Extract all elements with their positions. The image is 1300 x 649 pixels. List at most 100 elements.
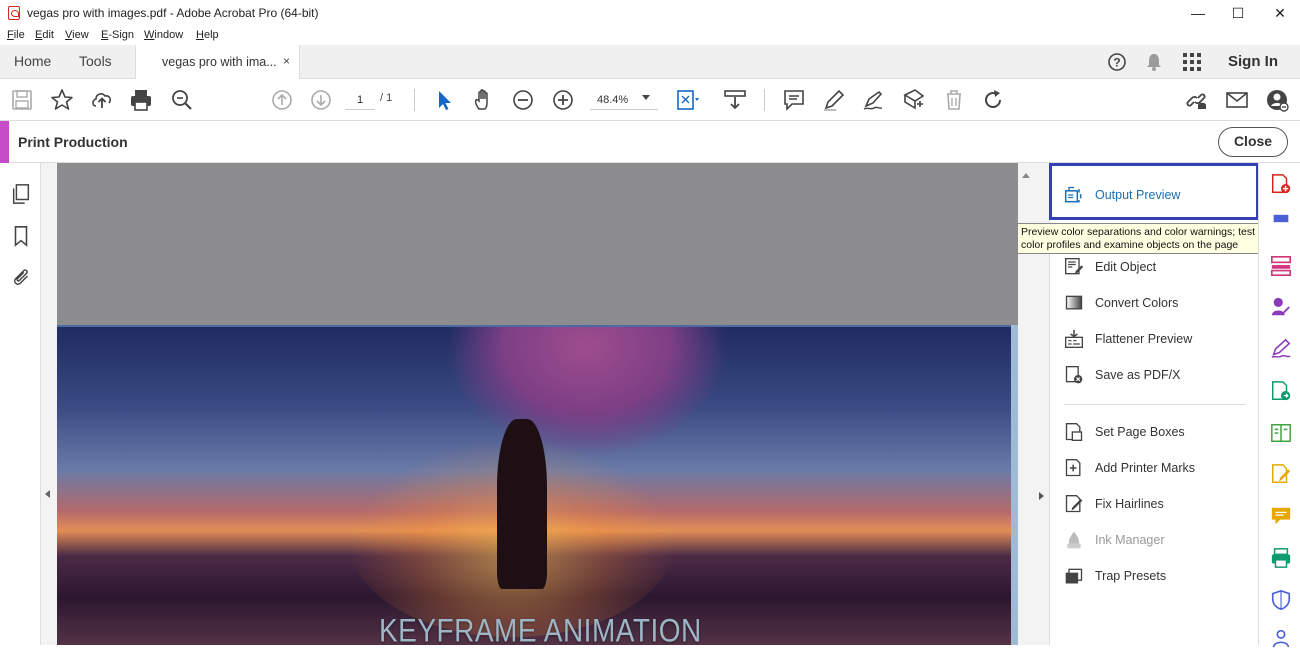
apps-grid-icon[interactable] bbox=[1182, 52, 1202, 72]
close-tool-button[interactable]: Close bbox=[1218, 127, 1288, 157]
tools-divider bbox=[1064, 404, 1246, 405]
scroll-mode-icon[interactable] bbox=[723, 88, 747, 112]
tab-document[interactable]: vegas pro with ima... × bbox=[135, 45, 300, 79]
print-icon[interactable] bbox=[129, 88, 153, 112]
combine-files-icon[interactable] bbox=[1270, 213, 1292, 235]
more-tools-icon[interactable] bbox=[1270, 627, 1292, 649]
tool-convert-colors[interactable]: Convert Colors bbox=[1050, 288, 1258, 318]
fill-and-sign-icon[interactable] bbox=[1270, 338, 1292, 360]
zoom-select[interactable]: 48.4% bbox=[590, 90, 658, 110]
tool-save-as-pdfx[interactable]: Save as PDF/X bbox=[1050, 360, 1258, 390]
ink-manager-icon bbox=[1067, 531, 1081, 549]
tab-bar: Home Tools vegas pro with ima... × ? Sig… bbox=[0, 45, 1300, 79]
menu-window[interactable]: Window bbox=[144, 29, 183, 41]
tool-label: Add Printer Marks bbox=[1095, 461, 1196, 475]
tool-label: Flattener Preview bbox=[1095, 332, 1193, 346]
request-signatures-icon[interactable] bbox=[1270, 296, 1292, 318]
tool-set-page-boxes[interactable]: Set Page Boxes bbox=[1050, 417, 1258, 447]
zoom-in-icon[interactable] bbox=[551, 88, 575, 112]
page-fit-icon[interactable] bbox=[676, 88, 700, 112]
compare-files-icon[interactable] bbox=[1270, 422, 1292, 444]
comment-tool-icon[interactable] bbox=[1270, 505, 1292, 527]
save-pdfx-icon bbox=[1065, 366, 1083, 384]
toolbar: 1 / 1 48.4% bbox=[0, 79, 1300, 121]
page-boxes-icon bbox=[1065, 423, 1083, 441]
delete-icon[interactable] bbox=[942, 88, 966, 112]
save-icon[interactable] bbox=[10, 88, 34, 112]
menu-bar: File Edit View E-Sign Window Help bbox=[0, 28, 1300, 45]
page-up-icon[interactable] bbox=[270, 88, 294, 112]
tool-trap-presets[interactable]: Trap Presets bbox=[1050, 561, 1258, 591]
bookmark-icon[interactable] bbox=[10, 225, 32, 247]
upload-icon[interactable] bbox=[90, 88, 114, 112]
document-view[interactable]: KEYFRAME ANIMATION bbox=[57, 163, 1018, 648]
share-link-icon[interactable] bbox=[1184, 88, 1208, 112]
menu-file[interactable]: File bbox=[7, 29, 25, 41]
tool-edit-object[interactable]: Edit Object bbox=[1050, 252, 1258, 282]
toolbar-divider bbox=[414, 89, 415, 111]
tool-add-printer-marks[interactable]: Add Printer Marks bbox=[1050, 453, 1258, 483]
selection-highlight bbox=[1049, 163, 1259, 220]
page-gray-region bbox=[57, 163, 1018, 325]
menu-help[interactable]: Help bbox=[196, 29, 219, 41]
print-production-icon[interactable] bbox=[1270, 547, 1292, 569]
mail-icon[interactable] bbox=[1225, 88, 1249, 112]
menu-esign[interactable]: E-Sign bbox=[101, 29, 134, 41]
menu-edit[interactable]: Edit bbox=[35, 29, 54, 41]
edit-pdf-icon[interactable] bbox=[1270, 463, 1292, 485]
flattener-preview-icon bbox=[1065, 329, 1083, 348]
comment-icon[interactable] bbox=[782, 88, 806, 112]
svg-text:?: ? bbox=[1113, 56, 1120, 70]
rotate-icon[interactable] bbox=[981, 88, 1005, 112]
sign-in-button[interactable]: Sign In bbox=[1228, 53, 1278, 70]
organize-pages-icon[interactable] bbox=[1270, 255, 1292, 277]
page-edge bbox=[1011, 325, 1018, 645]
left-panel-gutter bbox=[41, 163, 57, 645]
attachment-icon[interactable] bbox=[10, 266, 32, 288]
sign-icon[interactable] bbox=[861, 88, 885, 112]
tool-flattener-preview[interactable]: Flattener Preview bbox=[1050, 324, 1258, 354]
tab-tools[interactable]: Tools bbox=[79, 53, 112, 69]
fix-hairlines-icon bbox=[1065, 495, 1083, 513]
page-thumbnails-icon[interactable] bbox=[10, 183, 32, 205]
printer-marks-icon bbox=[1065, 459, 1081, 477]
tool-label: Edit Object bbox=[1095, 260, 1157, 274]
bell-icon[interactable] bbox=[1145, 52, 1163, 72]
expand-left-panel-icon[interactable] bbox=[45, 490, 50, 498]
tool-label: Fix Hairlines bbox=[1095, 497, 1164, 511]
maximize-button[interactable]: ☐ bbox=[1215, 0, 1261, 26]
help-icon[interactable]: ? bbox=[1107, 52, 1127, 72]
window-title: vegas pro with images.pdf - Adobe Acroba… bbox=[27, 6, 319, 20]
select-arrow-icon[interactable] bbox=[432, 88, 456, 112]
account-icon[interactable] bbox=[1265, 88, 1289, 112]
document-tab-label: vegas pro with ima... bbox=[162, 55, 277, 69]
stamp-icon[interactable] bbox=[901, 88, 925, 112]
collapse-right-panel-icon[interactable] bbox=[1039, 492, 1044, 500]
hooded-figure bbox=[497, 419, 547, 589]
close-tab-button[interactable]: × bbox=[283, 54, 290, 68]
tool-label: Set Page Boxes bbox=[1095, 425, 1185, 439]
create-pdf-icon[interactable] bbox=[1270, 173, 1292, 195]
chevron-down-icon[interactable] bbox=[642, 95, 650, 100]
title-bar: vegas pro with images.pdf - Adobe Acroba… bbox=[0, 0, 1300, 26]
tab-home[interactable]: Home bbox=[14, 53, 51, 69]
protect-icon[interactable] bbox=[1270, 589, 1292, 611]
toolbar-divider bbox=[764, 89, 765, 111]
search-icon[interactable] bbox=[170, 88, 194, 112]
close-window-button[interactable]: ✕ bbox=[1257, 0, 1300, 26]
highlight-pen-icon[interactable] bbox=[822, 88, 846, 112]
scroll-up-arrow-icon[interactable] bbox=[1022, 173, 1030, 178]
tool-label: Save as PDF/X bbox=[1095, 368, 1181, 382]
export-pdf-icon[interactable] bbox=[1270, 380, 1292, 402]
tool-accent-bar bbox=[0, 121, 9, 163]
page-down-icon[interactable] bbox=[309, 88, 333, 112]
menu-view[interactable]: View bbox=[65, 29, 89, 41]
hand-icon[interactable] bbox=[472, 88, 496, 112]
tool-panel-title: Print Production bbox=[18, 134, 128, 150]
star-icon[interactable] bbox=[50, 88, 74, 112]
zoom-out-icon[interactable] bbox=[511, 88, 535, 112]
edit-object-icon bbox=[1065, 258, 1084, 275]
page-number-input[interactable]: 1 bbox=[345, 90, 375, 110]
tool-fix-hairlines[interactable]: Fix Hairlines bbox=[1050, 489, 1258, 519]
convert-colors-icon bbox=[1065, 295, 1083, 310]
